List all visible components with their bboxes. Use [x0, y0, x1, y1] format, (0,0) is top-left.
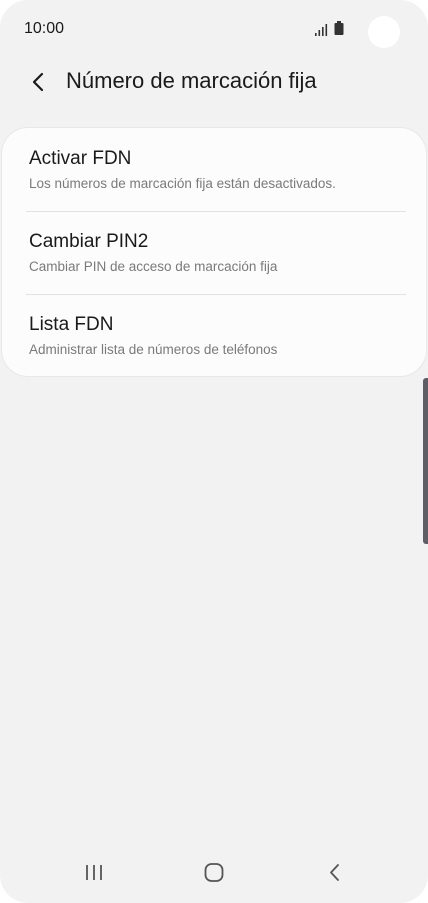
- setting-activar-fdn[interactable]: Activar FDN Los números de marcación fij…: [2, 128, 426, 210]
- camera-cutout: [368, 16, 400, 48]
- settings-card: Activar FDN Los números de marcación fij…: [2, 128, 426, 376]
- status-time: 10:00: [24, 20, 65, 37]
- scroll-handle[interactable]: [423, 378, 428, 544]
- setting-title: Lista FDN: [29, 314, 114, 335]
- setting-lista-fdn[interactable]: Lista FDN Administrar lista de números d…: [2, 294, 426, 376]
- signal-icon: [314, 22, 330, 36]
- setting-subtitle: Los números de marcación fija están desa…: [29, 176, 336, 191]
- battery-icon: [334, 21, 344, 35]
- setting-subtitle: Administrar lista de números de teléfono…: [29, 342, 278, 357]
- phone-screen: 10:00 Número de marcación fija Activar F…: [0, 0, 428, 903]
- home-icon: [204, 863, 224, 882]
- home-button[interactable]: [194, 858, 234, 888]
- setting-cambiar-pin2[interactable]: Cambiar PIN2 Cambiar PIN de acceso de ma…: [2, 211, 426, 293]
- chevron-left-icon: [32, 72, 44, 92]
- recent-apps-button[interactable]: [74, 858, 114, 888]
- back-button[interactable]: [22, 66, 54, 98]
- back-icon: [330, 864, 339, 881]
- setting-subtitle: Cambiar PIN de acceso de marcación fija: [29, 259, 278, 274]
- page-title: Número de marcación fija: [66, 68, 317, 93]
- app-header: Número de marcación fija: [0, 60, 428, 104]
- recent-apps-icon: [86, 865, 102, 880]
- nav-back-button[interactable]: [314, 858, 354, 888]
- status-bar: 10:00: [0, 0, 428, 60]
- setting-title: Activar FDN: [29, 148, 132, 169]
- setting-title: Cambiar PIN2: [29, 231, 149, 252]
- navigation-bar: [0, 848, 428, 903]
